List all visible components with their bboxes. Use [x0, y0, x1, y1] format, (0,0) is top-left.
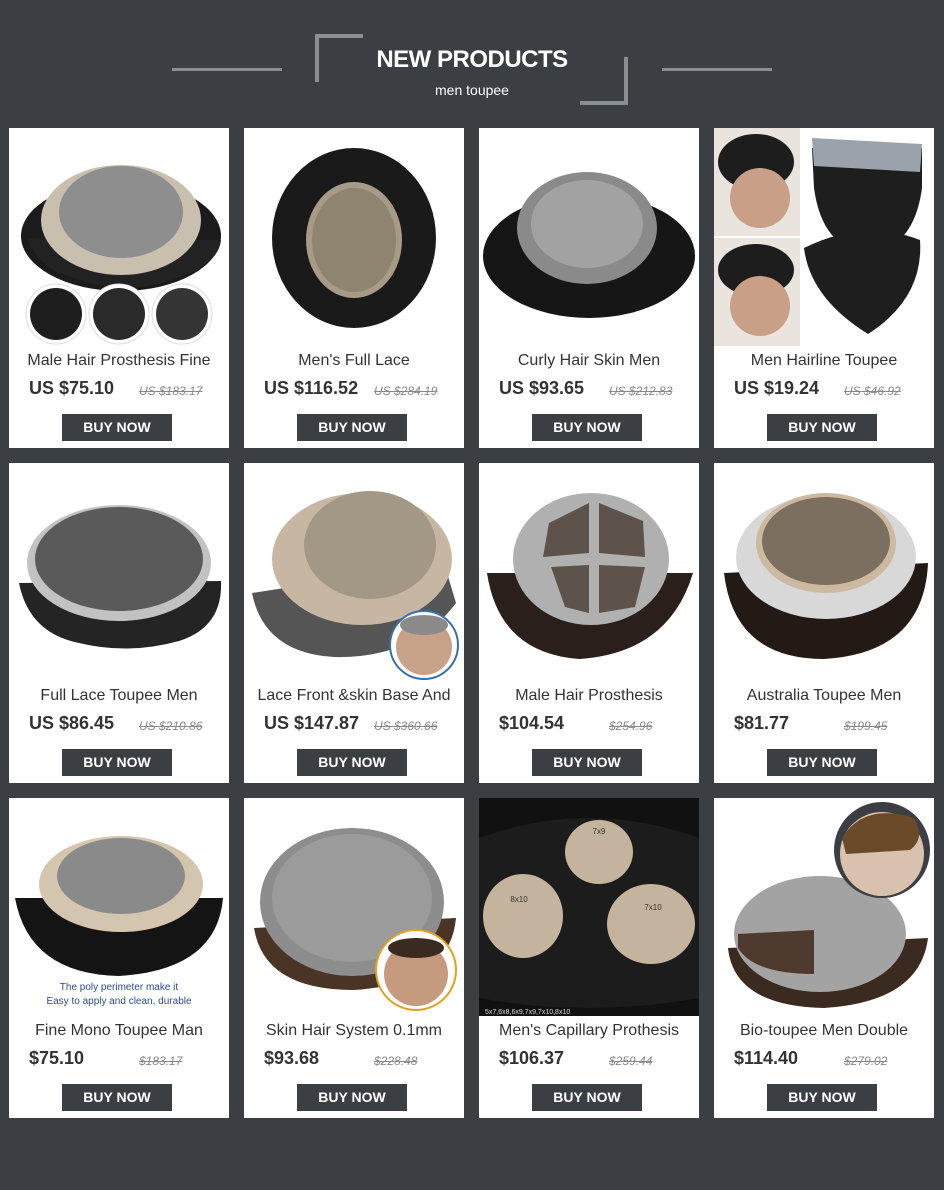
size-label: 7x10 [644, 903, 662, 912]
product-image[interactable] [244, 798, 464, 1016]
section-subtitle: men toupee [435, 82, 509, 98]
product-original-price: US $212.83 [609, 384, 673, 398]
section-header: NEW PRODUCTS men toupee [0, 0, 944, 128]
product-title[interactable]: Lace Front &skin Base And [250, 687, 458, 707]
product-price: US $147.87 [264, 713, 360, 733]
product-card[interactable]: Lace Front &skin Base And US $147.87 US … [244, 463, 464, 783]
product-title[interactable]: Men's Capillary Prothesis [485, 1022, 693, 1042]
product-price: US $93.65 [499, 378, 585, 398]
product-image[interactable]: The poly perimeter make it Easy to apply… [9, 798, 229, 1016]
product-original-price: $183.17 [139, 1054, 183, 1068]
product-image[interactable] [714, 798, 934, 1016]
product-image[interactable] [9, 128, 229, 346]
buy-now-button[interactable]: BUY NOW [532, 749, 642, 776]
image-caption-line-2: Easy to apply and clean, durable [46, 996, 192, 1007]
product-title[interactable]: Bio-toupee Men Double [720, 1022, 928, 1042]
buy-now-button[interactable]: BUY NOW [532, 1084, 642, 1111]
product-image[interactable] [714, 463, 934, 681]
product-card[interactable]: Australia Toupee Men $81.77 $199.45 BUY … [714, 463, 934, 783]
product-price: $104.54 [499, 713, 565, 733]
product-title[interactable]: Australia Toupee Men [720, 687, 928, 707]
size-label: 7x9 [593, 827, 606, 836]
product-original-price: $254.96 [609, 719, 653, 733]
product-original-price: $228.48 [374, 1054, 418, 1068]
product-image[interactable] [244, 128, 464, 346]
product-image[interactable] [714, 128, 934, 346]
image-caption-line-1: The poly perimeter make it [60, 982, 179, 993]
product-price: $81.77 [734, 713, 790, 733]
product-image[interactable] [244, 463, 464, 681]
buy-now-button[interactable]: BUY NOW [297, 1084, 407, 1111]
product-title[interactable]: Full Lace Toupee Men [15, 687, 223, 707]
product-title[interactable]: Curly Hair Skin Men [485, 352, 693, 372]
product-original-price: US $46.92 [844, 384, 901, 398]
product-title[interactable]: Men's Full Lace [250, 352, 458, 372]
product-title[interactable]: Male Hair Prosthesis Fine [15, 352, 223, 372]
product-card[interactable]: Full Lace Toupee Men US $86.45 US $210.8… [9, 463, 229, 783]
size-label: 8x10 [510, 895, 528, 904]
buy-now-button[interactable]: BUY NOW [297, 749, 407, 776]
product-original-price: US $210.86 [139, 719, 203, 733]
product-price: $93.68 [264, 1048, 320, 1068]
product-price: US $75.10 [29, 378, 115, 398]
product-card[interactable]: Skin Hair System 0.1mm $93.68 $228.48 BU… [244, 798, 464, 1118]
product-title[interactable]: Fine Mono Toupee Man [15, 1022, 223, 1042]
product-price: $114.40 [734, 1048, 799, 1068]
product-original-price: US $284.19 [374, 384, 438, 398]
buy-now-button[interactable]: BUY NOW [767, 749, 877, 776]
buy-now-button[interactable]: BUY NOW [62, 1084, 172, 1111]
product-card[interactable]: Curly Hair Skin Men US $93.65 US $212.83… [479, 128, 699, 448]
product-image[interactable] [479, 128, 699, 346]
buy-now-button[interactable]: BUY NOW [767, 1084, 877, 1111]
product-title[interactable]: Men Hairline Toupee [720, 352, 928, 372]
product-card[interactable]: 7x9 8x10 7x10 5x7,6x8,6x9,7x9,7x10,8x10 … [479, 798, 699, 1118]
product-original-price: US $360.66 [374, 719, 438, 733]
product-card[interactable]: The poly perimeter make it Easy to apply… [9, 798, 229, 1118]
buy-now-button[interactable]: BUY NOW [532, 414, 642, 441]
product-card[interactable]: Bio-toupee Men Double $114.40 $279.02 BU… [714, 798, 934, 1118]
section-title: NEW PRODUCTS [376, 46, 568, 73]
product-image[interactable] [9, 463, 229, 681]
product-price: US $116.52 [264, 378, 359, 398]
product-card[interactable]: Men's Full Lace US $116.52 US $284.19 BU… [244, 128, 464, 448]
product-title[interactable]: Male Hair Prosthesis [485, 687, 693, 707]
product-card[interactable]: Male Hair Prosthesis $104.54 $254.96 BUY… [479, 463, 699, 783]
product-price: US $86.45 [29, 713, 115, 733]
product-original-price: $199.45 [844, 719, 888, 733]
product-image[interactable]: 7x9 8x10 7x10 5x7,6x8,6x9,7x9,7x10,8x10 [479, 798, 699, 1016]
buy-now-button[interactable]: BUY NOW [297, 414, 407, 441]
buy-now-button[interactable]: BUY NOW [62, 414, 172, 441]
buy-now-button[interactable]: BUY NOW [767, 414, 877, 441]
product-card[interactable]: Male Hair Prosthesis Fine US $75.10 US $… [9, 128, 229, 448]
product-title[interactable]: Skin Hair System 0.1mm [250, 1022, 458, 1042]
buy-now-button[interactable]: BUY NOW [62, 749, 172, 776]
product-original-price: $259.44 [609, 1054, 653, 1068]
product-price: $106.37 [499, 1048, 565, 1068]
product-original-price: $279.02 [844, 1054, 888, 1068]
product-price: $75.10 [29, 1048, 85, 1068]
product-image[interactable] [479, 463, 699, 681]
sizes-line: 5x7,6x8,6x9,7x9,7x10,8x10 [485, 1009, 570, 1016]
product-original-price: US $183.17 [139, 384, 203, 398]
product-card[interactable]: Men Hairline Toupee US $19.24 US $46.92 … [714, 128, 934, 448]
product-price: US $19.24 [734, 378, 820, 398]
